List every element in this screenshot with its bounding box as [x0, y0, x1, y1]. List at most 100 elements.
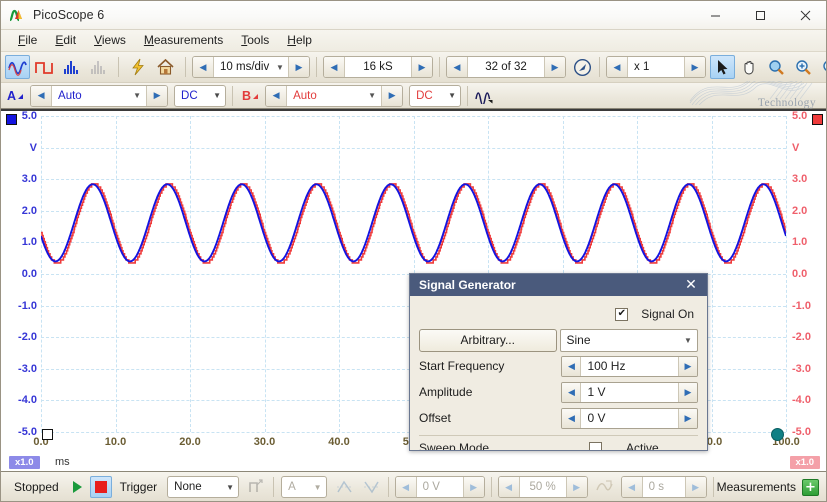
- menu-help[interactable]: Help: [278, 31, 321, 50]
- trigger-threshold-control[interactable]: ◀ 0 V ▶: [394, 476, 485, 498]
- channel-a-range-increase[interactable]: ▶: [146, 85, 168, 106]
- trigger-source-caret-icon[interactable]: ▼: [310, 483, 326, 492]
- timebase-value[interactable]: 10 ms/div: [214, 57, 272, 77]
- channel-b-coupling-caret-icon[interactable]: ▼: [444, 91, 460, 100]
- arbitrary-button[interactable]: Arbitrary...: [419, 328, 557, 352]
- pre-trigger-control[interactable]: ◀ 50 % ▶: [497, 476, 588, 498]
- offset-value[interactable]: 0 V: [581, 411, 678, 425]
- signal-generator-dialog[interactable]: Signal Generator ✕ ✔ Signal On Arbitrary…: [409, 273, 708, 451]
- amplitude-control[interactable]: ◀ 1 V ▶: [561, 381, 698, 403]
- channel-b-scale-badge[interactable]: x1.0: [789, 456, 820, 469]
- waveform-select[interactable]: Sine ▼: [559, 328, 698, 352]
- timebase-caret-icon[interactable]: ▼: [272, 63, 288, 72]
- play-icon[interactable]: [72, 481, 82, 493]
- trigger-source-select[interactable]: A ▼: [281, 476, 327, 498]
- trigger-edge-icon[interactable]: [244, 475, 269, 499]
- buffer-navigator-icon[interactable]: [570, 55, 595, 79]
- samples-value[interactable]: 16 kS: [345, 57, 411, 77]
- channel-b-label[interactable]: B: [236, 89, 262, 103]
- channel-a-range-caret-icon[interactable]: ▼: [128, 91, 146, 100]
- buffer-control[interactable]: ◀ 32 of 32 ▶: [446, 56, 566, 78]
- signal-generator-close-icon[interactable]: ✕: [681, 275, 701, 295]
- pre-trigger-value[interactable]: 50 %: [519, 477, 566, 497]
- amplitude-increase[interactable]: ▶: [678, 382, 697, 402]
- zoom-select-icon[interactable]: [764, 55, 789, 79]
- sample-count-control[interactable]: ◀ 16 kS ▶: [323, 56, 433, 78]
- channel-a-range-control[interactable]: ◀ Auto ▼ ▶: [30, 84, 169, 107]
- amplitude-value[interactable]: 1 V: [581, 385, 678, 399]
- rising-edge-icon[interactable]: [332, 475, 357, 499]
- start-frequency-decrease[interactable]: ◀: [562, 356, 582, 376]
- channel-b-menu-icon[interactable]: [253, 93, 259, 99]
- amplitude-decrease[interactable]: ◀: [562, 382, 582, 402]
- hand-pan-icon[interactable]: [737, 55, 762, 79]
- samples-increase-button[interactable]: ▶: [411, 57, 432, 77]
- pre-trigger-increase[interactable]: ▶: [565, 477, 587, 497]
- channel-b-range-increase[interactable]: ▶: [381, 85, 403, 106]
- zoom-out-icon[interactable]: [818, 55, 826, 79]
- zoom-factor-decrease-button[interactable]: ◀: [607, 57, 628, 77]
- pre-trigger-decrease[interactable]: ◀: [498, 477, 520, 497]
- zoom-factor-value[interactable]: x 1: [628, 57, 684, 77]
- time-ruler-marker-right[interactable]: [771, 428, 784, 441]
- maximize-button[interactable]: [738, 1, 783, 30]
- waveform-caret-icon[interactable]: ▼: [679, 336, 697, 345]
- spectrum-mode-icon[interactable]: [59, 55, 84, 79]
- close-button[interactable]: [783, 1, 826, 30]
- timebase-control[interactable]: ◀ 10 ms/div ▼ ▶: [192, 56, 310, 78]
- home-icon[interactable]: [153, 55, 178, 79]
- sweep-mode-checkbox[interactable]: [589, 441, 603, 450]
- add-measurement-icon[interactable]: +: [802, 478, 819, 496]
- zoom-factor-control[interactable]: ◀ x 1 ▶: [606, 56, 706, 78]
- start-frequency-control[interactable]: ◀ 100 Hz ▶: [561, 355, 698, 377]
- minimize-button[interactable]: [693, 1, 738, 30]
- timebase-increase-button[interactable]: ▶: [288, 57, 309, 77]
- channel-b-range-decrease[interactable]: ◀: [266, 85, 288, 106]
- delay-value[interactable]: 0 s: [642, 477, 685, 497]
- buffer-value[interactable]: 32 of 32: [468, 57, 544, 77]
- stop-icon[interactable]: [89, 476, 112, 498]
- channel-a-coupling-select[interactable]: DC ▼: [174, 84, 227, 107]
- menu-tools[interactable]: Tools: [232, 31, 278, 50]
- menu-measurements[interactable]: Measurements: [135, 31, 232, 50]
- delay-decrease[interactable]: ◀: [621, 477, 643, 497]
- start-frequency-increase[interactable]: ▶: [678, 356, 697, 376]
- math-channel-icon[interactable]: [472, 84, 497, 108]
- menu-edit[interactable]: Edit: [46, 31, 85, 50]
- threshold-decrease[interactable]: ◀: [395, 477, 417, 497]
- samples-decrease-button[interactable]: ◀: [324, 57, 345, 77]
- falling-edge-icon[interactable]: [359, 475, 384, 499]
- trigger-delay-control[interactable]: ◀ 0 s ▶: [620, 476, 707, 498]
- delay-increase[interactable]: ▶: [684, 477, 706, 497]
- pre-trigger-icon[interactable]: [592, 475, 617, 499]
- zoom-in-icon[interactable]: [791, 55, 816, 79]
- channel-b-coupling-select[interactable]: DC ▼: [409, 84, 462, 107]
- threshold-increase[interactable]: ▶: [462, 477, 484, 497]
- square-wave-icon[interactable]: [32, 55, 57, 79]
- trigger-mode-select[interactable]: None ▼: [167, 476, 240, 498]
- menu-file[interactable]: File: [9, 31, 46, 50]
- pointer-arrow-icon[interactable]: [710, 55, 735, 79]
- offset-increase[interactable]: ▶: [678, 408, 697, 428]
- channel-b-range-value[interactable]: Auto: [287, 85, 364, 106]
- channel-b-range-caret-icon[interactable]: ▼: [363, 91, 381, 100]
- channel-a-coupling-caret-icon[interactable]: ▼: [209, 91, 225, 100]
- buffer-previous-button[interactable]: ◀: [447, 57, 468, 77]
- lightning-bolt-icon[interactable]: [126, 55, 151, 79]
- zoom-factor-increase-button[interactable]: ▶: [684, 57, 705, 77]
- spectrum-secondary-icon[interactable]: [86, 55, 111, 79]
- timebase-decrease-button[interactable]: ◀: [193, 57, 214, 77]
- measurements-button[interactable]: Measurements +: [717, 478, 823, 496]
- threshold-value[interactable]: 0 V: [416, 477, 463, 497]
- signal-on-checkbox[interactable]: ✔: [615, 307, 629, 321]
- offset-control[interactable]: ◀ 0 V ▶: [561, 407, 698, 429]
- channel-a-label[interactable]: A: [1, 89, 27, 103]
- channel-a-range-value[interactable]: Auto: [52, 85, 129, 106]
- start-frequency-value[interactable]: 100 Hz: [581, 359, 678, 373]
- channel-a-menu-icon[interactable]: [18, 93, 24, 99]
- channel-b-range-control[interactable]: ◀ Auto ▼ ▶: [265, 84, 404, 107]
- buffer-next-button[interactable]: ▶: [544, 57, 565, 77]
- offset-decrease[interactable]: ◀: [562, 408, 582, 428]
- channel-a-range-decrease[interactable]: ◀: [31, 85, 53, 106]
- channel-a-scale-badge[interactable]: x1.0: [9, 456, 40, 469]
